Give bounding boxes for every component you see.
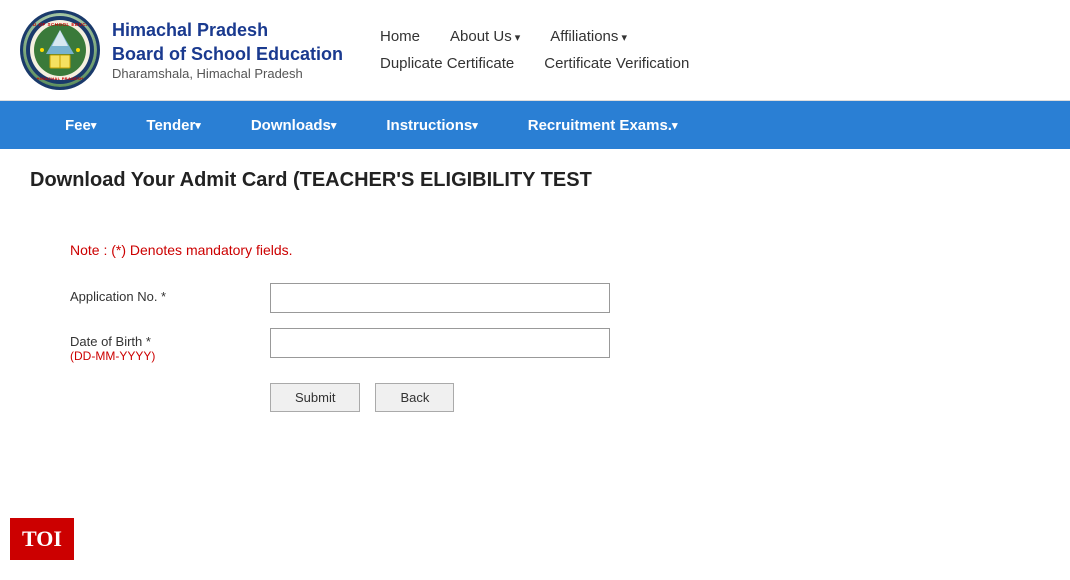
svg-text:HIMACHAL PRADESH: HIMACHAL PRADESH xyxy=(37,76,84,81)
org-title-line1: Himachal Pradesh xyxy=(112,19,343,42)
form-buttons: Submit Back xyxy=(270,383,1000,412)
navbar-recruitment-exams[interactable]: Recruitment Exams. xyxy=(503,101,703,149)
org-title-line2: Board of School Education xyxy=(112,43,343,66)
site-header: BOARD OF SCHOOL EDUCATION HIMACHAL PRADE… xyxy=(0,0,1070,101)
application-no-row: Application No. * xyxy=(70,283,1000,313)
nav-home[interactable]: Home xyxy=(380,28,420,45)
org-info: Himachal Pradesh Board of School Educati… xyxy=(112,19,343,81)
admit-card-form-section: Note : (*) Denotes mandatory fields. App… xyxy=(30,222,1040,432)
svg-text:BOARD OF SCHOOL EDUCATION: BOARD OF SCHOOL EDUCATION xyxy=(26,22,94,27)
application-no-label: Application No. * xyxy=(70,283,270,304)
nav-affiliations[interactable]: Affiliations xyxy=(550,28,627,45)
nav-row-1: Home About Us Affiliations xyxy=(380,28,1050,55)
nav-row-2: Duplicate Certificate Certificate Verifi… xyxy=(380,55,1050,72)
top-nav: Home About Us Affiliations Duplicate Cer… xyxy=(380,28,1050,72)
application-no-input[interactable] xyxy=(270,283,610,313)
navbar-instructions[interactable]: Instructions xyxy=(361,101,502,149)
submit-button[interactable]: Submit xyxy=(270,383,360,412)
navbar-fee[interactable]: Fee xyxy=(40,101,121,149)
nav-about-us[interactable]: About Us xyxy=(450,28,520,45)
blue-nav-bar: Fee Tender Downloads Instructions Recrui… xyxy=(0,101,1070,149)
dob-row: Date of Birth * (DD-MM-YYYY) xyxy=(70,328,1000,363)
navbar-downloads[interactable]: Downloads xyxy=(226,101,362,149)
nav-cert-verification[interactable]: Certificate Verification xyxy=(544,55,689,72)
navbar-tender[interactable]: Tender xyxy=(121,101,225,149)
toi-badge: TOI xyxy=(10,518,74,560)
back-button[interactable]: Back xyxy=(375,383,454,412)
main-content: Download Your Admit Card (TEACHER'S ELIG… xyxy=(0,149,1070,452)
org-subtitle: Dharamshala, Himachal Pradesh xyxy=(112,66,343,81)
logo-area: BOARD OF SCHOOL EDUCATION HIMACHAL PRADE… xyxy=(20,10,360,90)
dob-input[interactable] xyxy=(270,328,610,358)
logo-icon: BOARD OF SCHOOL EDUCATION HIMACHAL PRADE… xyxy=(20,10,100,90)
dob-label-area: Date of Birth * (DD-MM-YYYY) xyxy=(70,328,270,363)
mandatory-note: Note : (*) Denotes mandatory fields. xyxy=(70,242,1000,258)
nav-duplicate-cert[interactable]: Duplicate Certificate xyxy=(380,55,514,72)
page-title: Download Your Admit Card (TEACHER'S ELIG… xyxy=(30,169,1040,192)
